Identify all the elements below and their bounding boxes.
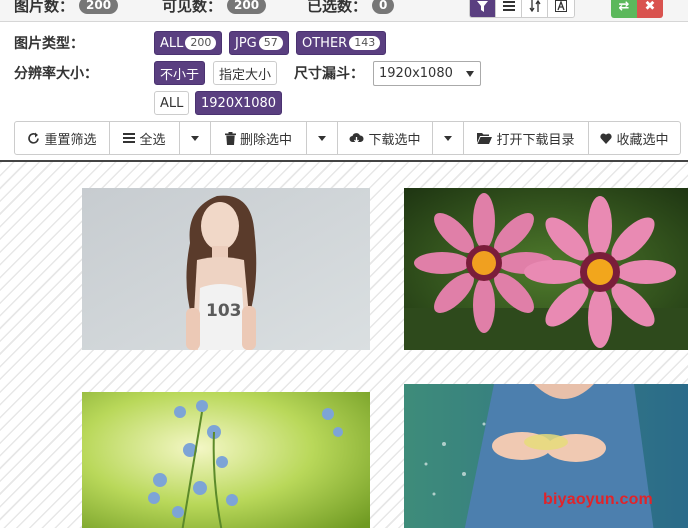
filter-icon <box>477 0 488 12</box>
type-count: 57 <box>258 36 283 50</box>
list-icon <box>502 1 515 11</box>
stats-bar: 图片数： 200 可见数： 200 已选数： 0 ⇄ ✖ <box>0 0 688 22</box>
az-view-button[interactable] <box>548 0 574 17</box>
trash-icon <box>224 131 236 145</box>
reset-filter-button[interactable]: 重置筛选 <box>15 122 110 154</box>
open-download-dir-button[interactable]: 打开下载目录 <box>464 122 589 154</box>
swap-button[interactable]: ⇄ <box>611 0 637 18</box>
visible-count-badge: 200 <box>227 0 267 14</box>
total-count-badge: 200 <box>79 0 119 14</box>
total-label: 图片数： <box>14 0 75 15</box>
type-label: ALL <box>160 35 184 51</box>
az-icon <box>555 0 567 12</box>
size-select-value: 1920x1080 <box>379 66 453 81</box>
download-selected-label: 下载选中 <box>368 132 421 148</box>
image-gallery: 103 <box>0 162 688 528</box>
type-filter-other[interactable]: OTHER 143 <box>296 31 387 55</box>
selected-stat: 已选数： 0 <box>307 0 395 16</box>
chevron-down-icon <box>191 135 199 141</box>
resolution-label: 分辨率大小： <box>14 66 98 82</box>
res-value-1920x1080[interactable]: 1920X1080 <box>195 91 283 115</box>
type-count: 143 <box>349 36 381 50</box>
download-dropdown-button[interactable] <box>433 122 464 154</box>
favorite-selected-button[interactable]: 收藏选中 <box>589 122 680 154</box>
window-controls: ⇄ ✖ <box>611 0 663 18</box>
type-filter-jpg[interactable]: JPG 57 <box>229 31 289 55</box>
view-toggle-group <box>469 0 575 18</box>
list-view-button[interactable] <box>496 0 522 17</box>
favorite-selected-label: 收藏选中 <box>616 132 669 148</box>
type-filter-all[interactable]: ALL 200 <box>154 31 223 55</box>
close-icon: ✖ <box>644 0 656 14</box>
select-dropdown-button[interactable] <box>180 122 211 154</box>
filter-view-button[interactable] <box>470 0 496 17</box>
select-all-label: 全选 <box>139 132 166 148</box>
heart-icon <box>600 133 613 144</box>
type-label: OTHER <box>302 35 348 51</box>
close-button[interactable]: ✖ <box>637 0 663 18</box>
refresh-icon <box>28 132 40 144</box>
gallery-image-flowers[interactable] <box>404 188 688 350</box>
chevron-down-icon <box>466 71 474 77</box>
visible-label: 可见数： <box>162 0 223 15</box>
action-toolbar: 重置筛选 全选 删除选中 下载选中 打开下载目录 收藏选中 <box>14 121 681 155</box>
folder-open-icon <box>477 133 493 144</box>
delete-selected-label: 删除选中 <box>239 132 292 148</box>
visible-stat: 可见数： 200 <box>162 0 267 16</box>
list-icon <box>123 133 136 143</box>
swap-icon: ⇄ <box>618 0 630 14</box>
image-type-label: 图片类型： <box>14 36 84 52</box>
chevron-down-icon <box>444 135 452 141</box>
open-download-dir-label: 打开下载目录 <box>496 132 575 148</box>
chevron-down-icon <box>318 135 326 141</box>
selected-label: 已选数： <box>307 0 368 15</box>
sort-icon <box>528 0 541 12</box>
reset-filter-label: 重置筛选 <box>44 132 97 148</box>
res-mode-exact-button[interactable]: 指定大小 <box>213 61 278 85</box>
size-select[interactable]: 1920x1080 <box>373 61 481 86</box>
download-selected-button[interactable]: 下载选中 <box>338 122 433 154</box>
delete-selected-button[interactable]: 删除选中 <box>211 122 307 154</box>
svg-text:103: 103 <box>206 301 242 321</box>
gallery-image-girl[interactable]: 103 <box>82 188 370 350</box>
type-label: JPG <box>235 35 257 51</box>
delete-dropdown-button[interactable] <box>307 122 338 154</box>
selected-count-badge: 0 <box>372 0 395 14</box>
watermark-text: biyaoyun.com <box>543 491 653 508</box>
sort-view-button[interactable] <box>522 0 548 17</box>
cloud-download-icon <box>349 133 364 144</box>
size-funnel-label: 尺寸漏斗： <box>294 66 364 82</box>
res-value-all[interactable]: ALL <box>154 91 190 115</box>
total-stat: 图片数： 200 <box>14 0 119 16</box>
select-all-button[interactable]: 全选 <box>110 122 180 154</box>
gallery-image-blue-flowers[interactable] <box>82 392 370 528</box>
type-count: 200 <box>185 36 217 50</box>
res-mode-min-button[interactable]: 不小于 <box>154 61 206 85</box>
